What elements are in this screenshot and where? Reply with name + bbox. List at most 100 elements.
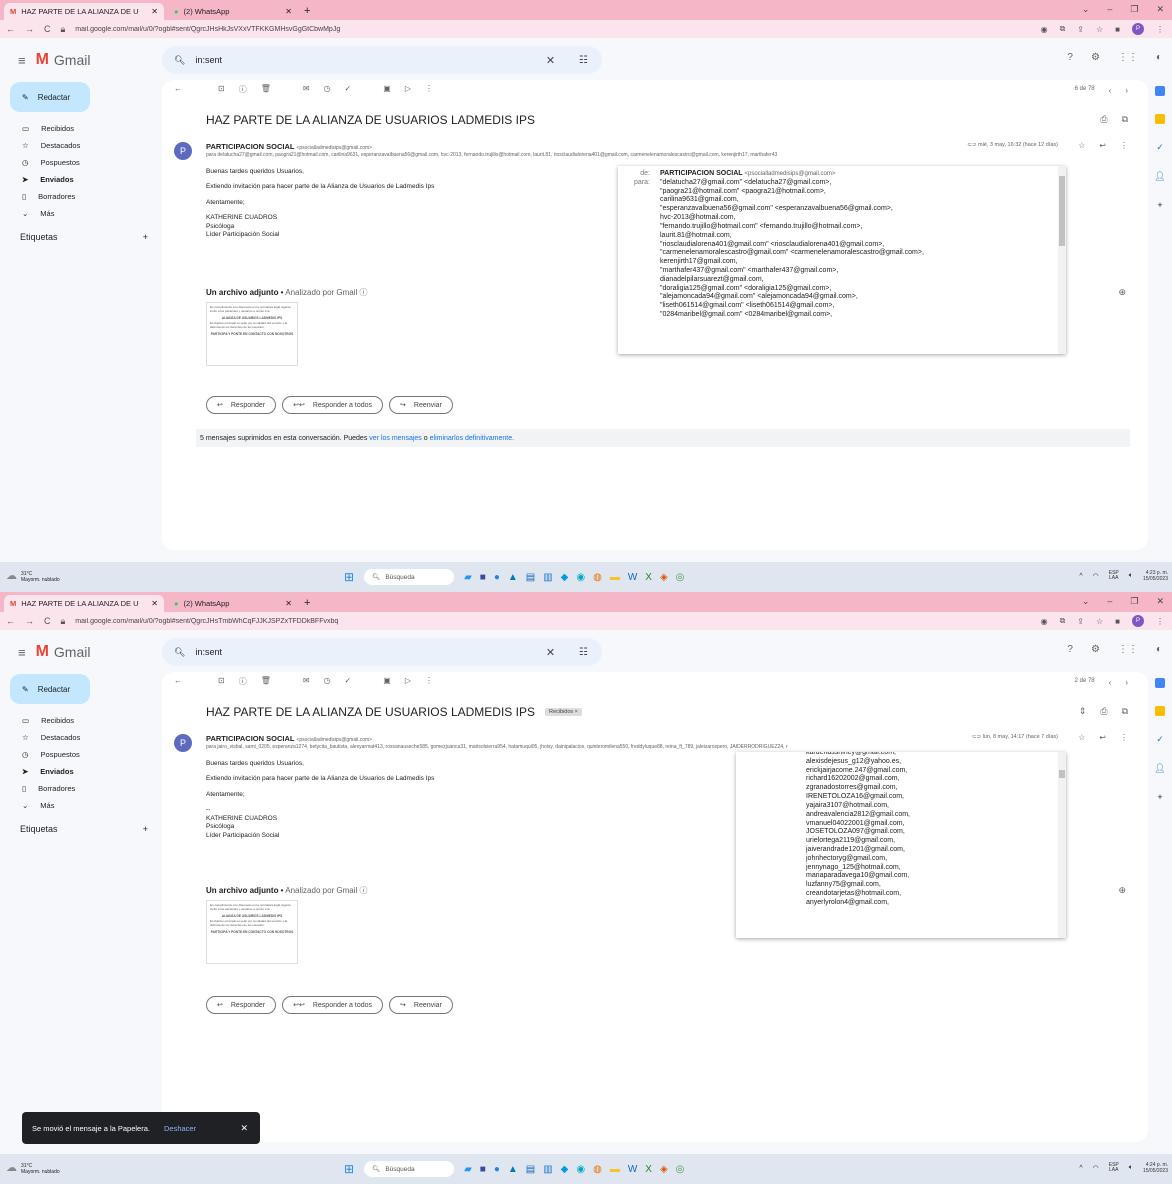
add-to-drive-icon[interactable]: ⊕: [1118, 287, 1126, 298]
add-task-icon[interactable]: ✓: [345, 676, 352, 687]
forward-icon[interactable]: →: [25, 616, 34, 627]
reply-icon[interactable]: ↩: [1099, 733, 1106, 742]
prev-icon[interactable]: ‹: [1109, 678, 1112, 687]
apps-grid-icon[interactable]: ⋮⋮: [1118, 52, 1138, 63]
add-label-icon[interactable]: +: [143, 824, 148, 834]
add-addon-icon[interactable]: +: [1157, 792, 1162, 802]
reply-all-button[interactable]: ↩↩ Responder a todos: [282, 996, 384, 1014]
minimize-icon[interactable]: –: [1107, 596, 1112, 607]
share-icon[interactable]: ⇪: [1077, 25, 1084, 34]
widgets-icon[interactable]: ▰: [464, 1164, 472, 1175]
mark-unread-icon[interactable]: ✉: [303, 676, 310, 687]
chrome-icon[interactable]: ◍: [593, 572, 602, 583]
move-to-icon[interactable]: ▣: [383, 84, 391, 95]
tab-gmail[interactable]: M HAZ PARTE DE LA ALIANZA DE U ✕: [4, 595, 164, 612]
compose-button[interactable]: ✎ Redactar: [10, 674, 90, 704]
more-vert-icon[interactable]: ⋮: [425, 84, 433, 95]
add-to-drive-icon[interactable]: ⊕: [1118, 885, 1126, 896]
account-avatar-icon[interactable]: ◐: [1156, 644, 1162, 655]
search-input[interactable]: in:sent: [195, 55, 222, 65]
calendar-icon[interactable]: [1155, 86, 1165, 96]
view-messages-link[interactable]: ver los mensajes: [369, 435, 422, 442]
search-options-icon[interactable]: ☷: [579, 647, 588, 658]
open-in-icon[interactable]: ⧉: [1060, 24, 1066, 34]
sidepanel-icon[interactable]: ■: [1115, 617, 1120, 626]
print-icon[interactable]: ⎙: [1100, 114, 1107, 125]
close-icon[interactable]: ✕: [151, 599, 158, 608]
profile-avatar-icon[interactable]: P: [1132, 23, 1144, 35]
photos-icon[interactable]: ▥: [543, 1164, 552, 1175]
next-icon[interactable]: ›: [1125, 678, 1128, 687]
search-options-icon[interactable]: ☷: [579, 55, 588, 66]
reload-icon[interactable]: C: [44, 24, 51, 35]
app-icon[interactable]: ◉: [576, 572, 585, 583]
excel-icon[interactable]: X: [645, 1164, 652, 1175]
open-in-icon[interactable]: ⧉: [1060, 616, 1066, 626]
profile-avatar-icon[interactable]: P: [1132, 615, 1144, 627]
reply-button[interactable]: ↩ Responder: [206, 996, 277, 1014]
file-explorer-icon[interactable]: ▬: [610, 1164, 620, 1175]
archive-icon[interactable]: ⊡: [218, 676, 225, 687]
info-icon[interactable]: ⓘ: [360, 288, 368, 297]
file-explorer-icon[interactable]: ▬: [610, 572, 620, 583]
windows-start-icon[interactable]: ⊞: [344, 570, 354, 584]
settings-gear-icon[interactable]: ⚙: [1091, 644, 1100, 655]
widgets-icon[interactable]: ▰: [464, 572, 472, 583]
report-spam-icon[interactable]: ⓘ: [239, 676, 247, 687]
sidebar-item-starred[interactable]: ☆ Destacados: [0, 137, 158, 154]
gmail-logo[interactable]: M Gmail: [36, 643, 91, 661]
bookmark-star-icon[interactable]: ☆: [1096, 25, 1103, 34]
speaker-icon[interactable]: 🔈︎: [1129, 572, 1133, 580]
inbox-label-badge[interactable]: Recibidos ×: [545, 708, 582, 716]
snooze-icon[interactable]: ◷: [324, 84, 331, 95]
new-tab-icon[interactable]: +: [304, 5, 310, 20]
minimize-icon[interactable]: –: [1107, 4, 1112, 15]
account-avatar-icon[interactable]: ◐: [1156, 52, 1162, 63]
print-icon[interactable]: ⎙: [1100, 706, 1107, 717]
gmail-logo[interactable]: M Gmail: [36, 51, 91, 69]
tasks-icon[interactable]: ✓: [1156, 142, 1164, 153]
delete-icon[interactable]: 🗑︎: [261, 84, 271, 95]
forward-button[interactable]: ↪ Reenviar: [389, 996, 453, 1014]
clock[interactable]: 4:23 p. m. 15/05/2023: [1143, 570, 1168, 582]
app-icon[interactable]: ◉: [576, 1164, 585, 1175]
tab-whatsapp[interactable]: ● (2) WhatsApp ✕: [168, 3, 298, 20]
archive-icon[interactable]: ⊡: [218, 84, 225, 95]
search-icon[interactable]: 🔍︎: [174, 647, 185, 658]
share-icon[interactable]: ⇪: [1077, 617, 1084, 626]
label-icon[interactable]: ▷: [405, 676, 411, 687]
mail-app-icon[interactable]: ▤: [526, 1164, 535, 1175]
compose-button[interactable]: ✎ Redactar: [10, 82, 90, 112]
windows-start-icon[interactable]: ⊞: [344, 1162, 354, 1176]
info-icon[interactable]: ⓘ: [360, 886, 368, 895]
help-icon[interactable]: ?: [1067, 52, 1073, 63]
open-new-window-icon[interactable]: ⧉: [1122, 706, 1128, 717]
delete-forever-link[interactable]: eliminarlos definitivamente.: [430, 435, 514, 442]
apps-grid-icon[interactable]: ⋮⋮: [1118, 644, 1138, 655]
task-view-icon[interactable]: ■: [480, 1164, 486, 1175]
forward-icon[interactable]: →: [25, 24, 34, 35]
settings-gear-icon[interactable]: ⚙: [1091, 52, 1100, 63]
sidebar-item-snoozed[interactable]: ◷ Pospuestos: [0, 154, 158, 171]
move-to-icon[interactable]: ▣: [383, 676, 391, 687]
store-icon[interactable]: ▲: [508, 1164, 518, 1175]
tab-whatsapp[interactable]: ● (2) WhatsApp ✕: [168, 595, 298, 612]
sidebar-item-more[interactable]: ⌄ Más: [0, 205, 158, 222]
add-addon-icon[interactable]: +: [1157, 200, 1162, 210]
location-icon[interactable]: ◉: [1041, 617, 1048, 626]
more-vert-icon[interactable]: ⋮: [1120, 733, 1128, 742]
hamburger-icon[interactable]: ≡: [18, 645, 26, 660]
calendar-icon[interactable]: [1155, 678, 1165, 688]
expand-icon[interactable]: ⇕: [1079, 706, 1087, 717]
recipients-line[interactable]: para jairo_visbal, sami_0205, esperanza1…: [206, 744, 1066, 750]
teams-icon[interactable]: ◆: [561, 1164, 569, 1175]
office-icon[interactable]: ◈: [660, 1164, 668, 1175]
taskbar-search[interactable]: 🔍︎ Búsqueda: [364, 569, 455, 585]
hamburger-icon[interactable]: ≡: [18, 53, 26, 68]
attachment-thumbnail[interactable]: En cumplimiento a lo dispuesto en la nor…: [206, 900, 298, 964]
reply-button[interactable]: ↩ Responder: [206, 396, 277, 414]
location-icon[interactable]: ◉: [1041, 25, 1048, 34]
recipients-line[interactable]: para delatucha27@gmail.com, paogra21@hot…: [206, 152, 1066, 158]
store-icon[interactable]: ▲: [508, 572, 518, 583]
next-icon[interactable]: ›: [1125, 86, 1128, 95]
